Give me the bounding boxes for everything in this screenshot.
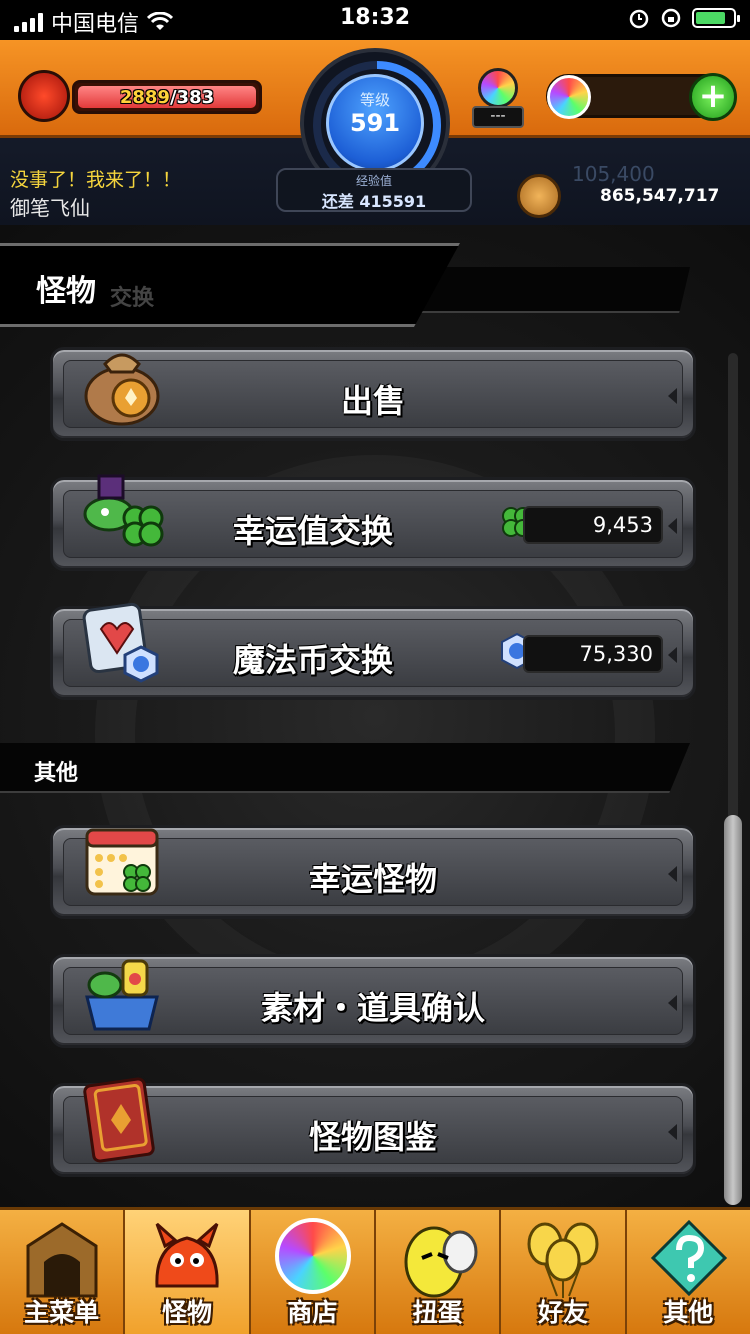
stamina-icon [18, 70, 70, 122]
egg-icon [404, 1226, 478, 1298]
dragon-monster-icon [155, 1222, 219, 1288]
status-bar: 中国电信 18:32 [0, 0, 750, 40]
nav-monster[interactable]: 怪物 [125, 1210, 251, 1334]
main-content: 怪物 交换 出售 幸运值交换 9,453 魔法币交换 75,330 其他 幸运怪… [0, 225, 750, 1207]
monster-section-header: 怪物 交换 [0, 243, 460, 327]
status-right-group [628, 7, 740, 29]
nav-gacha[interactable]: 扭蛋 [376, 1210, 502, 1334]
nav-label: 扭蛋 [412, 1298, 463, 1327]
nav-label: 商店 [287, 1298, 338, 1327]
level-value: 591 [349, 109, 401, 137]
chevron-left-icon [668, 647, 677, 663]
game-header: 2889/383 等级 591 经验值 还差 415591 --- + 没事了！… [0, 40, 750, 225]
nav-main-menu[interactable]: 主菜单 [0, 1210, 126, 1334]
nav-shop[interactable]: 商店 [251, 1210, 376, 1334]
battery-fill [696, 12, 725, 24]
gem-counter[interactable]: --- [470, 58, 526, 128]
exp-box: 经验值 还差 415591 [276, 168, 472, 212]
section-header-tail [420, 267, 690, 313]
lucky-monster-button[interactable]: 幸运怪物 [50, 825, 696, 919]
balloons-icon [527, 1222, 599, 1298]
rainbow-orb-icon [274, 1218, 351, 1294]
nav-other[interactable]: 其他 [627, 1210, 750, 1334]
rotation-lock-icon [661, 8, 681, 28]
nav-label: 主菜单 [24, 1298, 100, 1327]
level-core: 等级 591 [326, 74, 424, 172]
chevron-left-icon [668, 866, 677, 882]
gold-value: 865,547,717 [600, 186, 720, 206]
stamina-current: 2889 [119, 87, 170, 108]
stamina-bar: 2889/383 [72, 80, 262, 114]
orb-bar: + [546, 73, 737, 121]
gold-coin-icon [517, 174, 561, 218]
sell-label: 出售 [340, 382, 405, 420]
chevron-left-icon [668, 995, 677, 1011]
luck-exchange-button[interactable]: 幸运值交换 9,453 [50, 474, 696, 571]
gate-icon [26, 1222, 98, 1298]
gem-counter-value: --- [472, 106, 524, 128]
background-number: 105,400 [572, 162, 655, 186]
alarm-icon [629, 9, 649, 29]
chevron-left-icon [668, 518, 677, 534]
player-message: 没事了！我来了！！ [10, 169, 182, 191]
player-name: 御笔飞仙 [10, 196, 90, 220]
nav-label: 好友 [537, 1298, 588, 1327]
chevron-left-icon [668, 1124, 677, 1140]
stamina-text: 2889/383 [75, 87, 259, 108]
monster-section-title: 怪物 [36, 274, 96, 309]
monster-book-button[interactable]: 怪物图鉴 [50, 1077, 696, 1177]
nav-friends[interactable]: 好友 [501, 1210, 627, 1334]
question-icon [650, 1219, 727, 1297]
scrollbar-thumb[interactable] [724, 815, 742, 1205]
item-check-label: 素材・道具确认 [260, 989, 485, 1027]
lucky-monster-label: 幸运怪物 [308, 860, 437, 898]
magic-coin-value: 75,330 [523, 635, 663, 673]
level-label: 等级 [359, 91, 390, 109]
chevron-left-icon [668, 388, 677, 404]
other-section-header: 其他 [0, 743, 690, 793]
gem-counter-icon [478, 68, 518, 108]
rainbow-orb-icon [547, 75, 591, 119]
nav-label: 怪物 [161, 1298, 212, 1327]
monster-section-subtitle: 交换 [110, 286, 155, 311]
exp-remaining: 还差 415591 [321, 192, 427, 211]
other-section-title: 其他 [34, 761, 79, 786]
sell-button[interactable]: 出售 [50, 347, 696, 441]
nav-label: 其他 [663, 1298, 714, 1327]
bottom-nav: 主菜单 怪物 商店 扭蛋 好友 其他 [0, 1207, 750, 1334]
exp-label: 经验值 [355, 174, 392, 188]
luck-points-value: 9,453 [523, 506, 663, 544]
monster-book-label: 怪物图鉴 [308, 1118, 437, 1156]
add-orb-button[interactable]: + [689, 73, 737, 121]
stamina-max: /383 [169, 87, 215, 108]
battery-icon [692, 8, 740, 28]
item-check-button[interactable]: 素材・道具确认 [50, 954, 696, 1048]
magic-coin-exchange-button[interactable]: 魔法币交换 75,330 [50, 602, 696, 700]
